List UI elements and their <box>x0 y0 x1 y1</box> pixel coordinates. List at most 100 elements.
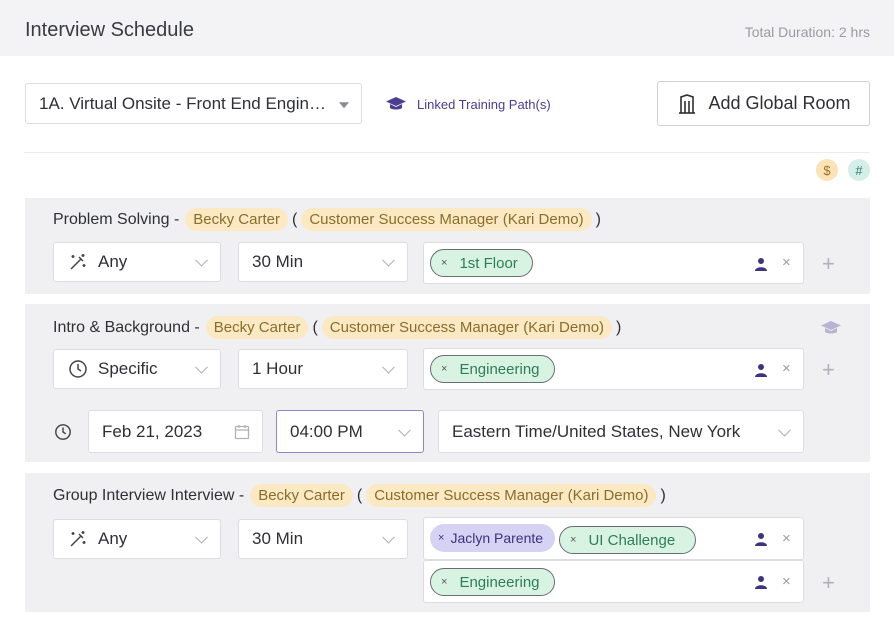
time-value: 04:00 PM <box>290 421 363 441</box>
person-icon[interactable] <box>754 575 768 589</box>
chevron-down-icon <box>195 530 208 544</box>
calendar-icon <box>234 425 250 440</box>
chevron-down-icon <box>398 423 411 437</box>
role-pill: Customer Success Manager (Kari Demo) <box>366 484 657 507</box>
linked-training-link[interactable]: Linked Training Path(s) <box>385 96 551 112</box>
hash-icon: # <box>855 162 863 178</box>
add-global-room-button[interactable]: Add Global Room <box>657 81 870 126</box>
person-icon[interactable] <box>754 257 768 271</box>
role-pill: Customer Success Manager (Kari Demo) <box>301 208 592 231</box>
chevron-down-icon <box>382 530 395 544</box>
section-title-row: Group Interview Interview - Becky Carter… <box>53 484 670 507</box>
paren-close: ) <box>660 486 666 504</box>
clear-icon[interactable]: × <box>782 530 791 547</box>
room-tag-label: UI Challenge <box>588 531 676 549</box>
duration-select[interactable]: 30 Min <box>238 242 408 282</box>
paren-open: ( <box>312 318 318 336</box>
person-icon[interactable] <box>754 532 768 546</box>
total-duration: Total Duration: 2 hrs <box>744 24 870 40</box>
interview-section-group-interview: Group Interview Interview - Becky Carter… <box>25 473 870 612</box>
linked-training-label: Linked Training Path(s) <box>417 96 551 112</box>
paren-close: ) <box>616 318 622 336</box>
duration-select[interactable]: 30 Min <box>238 519 408 559</box>
chevron-down-icon <box>382 360 395 374</box>
participant-tag: × Jaclyn Parente <box>430 524 556 552</box>
tag-remove-icon[interactable]: × <box>441 363 447 375</box>
paren-close: ) <box>595 210 601 228</box>
tag-remove-icon[interactable]: × <box>441 257 447 269</box>
duration-value: 1 Hour <box>252 359 304 378</box>
magic-wand-icon <box>70 254 86 270</box>
time-mode-select[interactable]: Specific <box>53 349 221 389</box>
participant-tag-label: Jaclyn Parente <box>450 530 544 546</box>
clock-icon <box>55 424 71 440</box>
room-tag-input[interactable]: × Engineering × <box>423 560 804 603</box>
interviewer-pill[interactable]: Becky Carter <box>185 208 288 231</box>
date-picker[interactable]: Feb 21, 2023 <box>88 410 263 453</box>
time-picker[interactable]: 04:00 PM <box>276 410 424 453</box>
duration-value: 30 Min <box>252 529 304 548</box>
tag-remove-icon[interactable]: × <box>438 532 444 544</box>
page-title: Interview Schedule <box>25 19 194 41</box>
time-mode-select[interactable]: Any <box>53 519 221 559</box>
time-mode-value: Any <box>98 529 128 548</box>
building-icon <box>679 93 696 114</box>
clock-icon <box>69 360 87 378</box>
room-tag-input[interactable]: × Engineering × <box>423 348 804 390</box>
cost-badge[interactable]: $ <box>816 159 838 181</box>
time-mode-select[interactable]: Any <box>53 242 221 282</box>
time-mode-value: Specific <box>98 359 158 378</box>
timezone-value: Eastern Time/United States, New York <box>452 421 741 441</box>
section-title: Problem Solving - <box>53 210 180 228</box>
room-tag: × 1st Floor <box>430 249 533 277</box>
time-mode-value: Any <box>98 252 128 271</box>
participant-tag-input[interactable]: × Jaclyn Parente × UI Challenge × <box>423 517 804 560</box>
room-tag-label: 1st Floor <box>459 254 518 272</box>
template-select[interactable]: 1A. Virtual Onsite - Front End Engineer <box>25 83 362 124</box>
caret-down-icon <box>339 101 349 108</box>
timezone-select[interactable]: Eastern Time/United States, New York <box>438 410 804 453</box>
room-tag-input[interactable]: × 1st Floor × <box>423 242 804 284</box>
room-tag: × Engineering <box>430 355 555 383</box>
template-select-value: 1A. Virtual Onsite - Front End Engineer <box>39 93 329 113</box>
dollar-icon: $ <box>823 162 831 178</box>
chevron-down-icon <box>778 423 791 437</box>
tag-remove-icon[interactable]: × <box>570 534 576 546</box>
paren-open: ( <box>356 486 363 504</box>
interview-section-intro-background: Intro & Background - Becky Carter ( Cust… <box>25 304 870 462</box>
clear-icon[interactable]: × <box>782 573 791 590</box>
person-icon[interactable] <box>754 363 768 377</box>
duration-select[interactable]: 1 Hour <box>238 349 408 389</box>
room-tag-label: Engineering <box>459 360 540 378</box>
graduation-cap-icon <box>386 97 406 110</box>
section-title-row: Intro & Background - Becky Carter ( Cust… <box>53 316 625 339</box>
clear-icon[interactable]: × <box>782 254 791 271</box>
paren-open: ( <box>291 210 298 228</box>
count-badge[interactable]: # <box>848 159 870 181</box>
clear-icon[interactable]: × <box>782 360 791 377</box>
tag-remove-icon[interactable]: × <box>441 576 447 588</box>
date-value: Feb 21, 2023 <box>102 421 203 441</box>
duration-value: 30 Min <box>252 252 304 271</box>
add-global-room-label: Add Global Room <box>708 93 851 113</box>
add-room-plus-icon[interactable]: + <box>822 572 835 594</box>
chevron-down-icon <box>195 360 208 374</box>
section-title: Intro & Background - <box>53 318 200 336</box>
magic-wand-icon <box>70 531 86 547</box>
room-tag: × Engineering <box>430 568 555 596</box>
divider <box>24 152 870 153</box>
section-title-row: Problem Solving - Becky Carter ( Custome… <box>53 208 605 231</box>
add-room-plus-icon[interactable]: + <box>822 359 835 381</box>
add-room-plus-icon[interactable]: + <box>822 253 835 275</box>
section-title: Group Interview Interview - <box>53 486 245 504</box>
chevron-down-icon <box>382 253 395 267</box>
header: Interview Schedule Total Duration: 2 hrs <box>0 0 894 56</box>
training-cap-icon[interactable] <box>820 320 842 336</box>
room-tag: × UI Challenge <box>559 526 696 554</box>
chevron-down-icon <box>195 253 208 267</box>
role-pill: Customer Success Manager (Kari Demo) <box>321 316 613 339</box>
interview-section-problem-solving: Problem Solving - Becky Carter ( Custome… <box>25 198 870 294</box>
interviewer-pill[interactable]: Becky Carter <box>250 484 353 507</box>
interviewer-pill[interactable]: Becky Carter <box>205 316 309 339</box>
room-tag-label: Engineering <box>459 573 540 591</box>
